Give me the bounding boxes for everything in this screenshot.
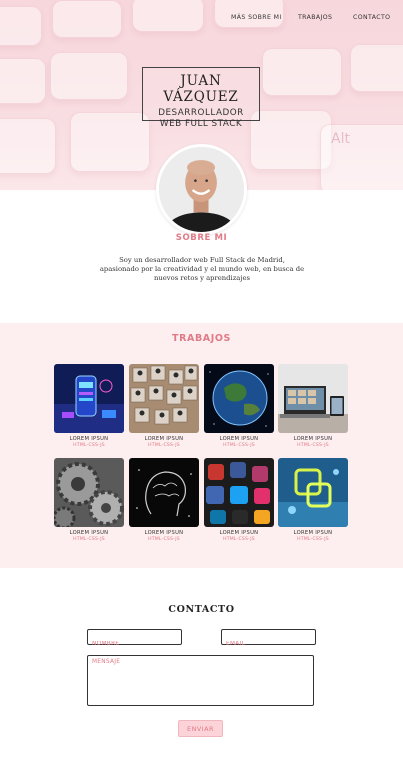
laptop-tablet-image: [278, 364, 348, 433]
work-title: LOREM IPSUN: [219, 436, 259, 442]
nav-link-contact[interactable]: CONTACTO: [353, 14, 390, 21]
about-line-2: apasionado por la creatividad y el mundo…: [99, 265, 305, 273]
phone-app-image: [54, 364, 124, 433]
profile-photo: [159, 147, 244, 232]
work-card[interactable]: LOREM IPSUN HTML-CSS-JS: [204, 458, 274, 542]
work-tags: HTML-CSS-JS: [223, 443, 255, 448]
about-line-3: nuevos retos y aprendizajes: [154, 274, 250, 282]
work-title: LOREM IPSUN: [69, 436, 109, 442]
work-title: LOREM IPSUN: [144, 436, 184, 442]
name-field: [87, 629, 182, 651]
work-card[interactable]: LOREM IPSUN HTML-CSS-JS: [54, 458, 124, 542]
work-card[interactable]: LOREM IPSUN HTML-CSS-JS: [129, 364, 199, 448]
work-tags: HTML-CSS-JS: [148, 537, 180, 542]
gears-image: [54, 458, 124, 527]
hero-title-box: JUAN VÁZQUEZ DESARROLLADOR WEB FULL STAC…: [142, 67, 260, 129]
send-button[interactable]: ENVIAR: [178, 720, 223, 737]
work-title: LOREM IPSUN: [69, 530, 109, 536]
people-network-image: [129, 364, 199, 433]
top-nav: MÁS SOBRE MI TRABAJOS CONTACTO: [0, 14, 403, 28]
social-apps-image: [204, 458, 274, 527]
hero-role-line2: WEB FULL STACK: [159, 119, 243, 129]
about-line-1: Soy un desarrollador web Full Stack de M…: [119, 256, 285, 264]
work-tags: HTML-CSS-JS: [148, 443, 180, 448]
message-textarea[interactable]: [88, 656, 313, 705]
about-title: SOBRE MI: [175, 233, 228, 243]
profile-avatar: [156, 144, 247, 235]
name-input[interactable]: [88, 637, 181, 651]
email-input[interactable]: [222, 637, 315, 651]
work-title: LOREM IPSUN: [293, 530, 333, 536]
work-card[interactable]: LOREM IPSUN HTML-CSS-JS: [278, 364, 348, 448]
work-card[interactable]: LOREM IPSUN HTML-CSS-JS: [204, 364, 274, 448]
hero-role-line1: DESARROLLADOR: [158, 108, 244, 118]
work-card[interactable]: LOREM IPSUN HTML-CSS-JS: [54, 364, 124, 448]
earth-image: [204, 364, 274, 433]
work-card[interactable]: LOREM IPSUN HTML-CSS-JS: [129, 458, 199, 542]
work-tags: HTML-CSS-JS: [297, 443, 329, 448]
work-tags: HTML-CSS-JS: [73, 443, 105, 448]
work-title: LOREM IPSUN: [293, 436, 333, 442]
nav-link-about[interactable]: MÁS SOBRE MI: [231, 14, 282, 21]
nav-link-works[interactable]: TRABAJOS: [298, 14, 332, 21]
work-card[interactable]: LOREM IPSUN HTML-CSS-JS: [278, 458, 348, 542]
about-text: Soy un desarrollador web Full Stack de M…: [78, 256, 326, 283]
works-title: TRABAJOS: [172, 333, 231, 344]
work-tags: HTML-CSS-JS: [297, 537, 329, 542]
work-title: LOREM IPSUN: [144, 530, 184, 536]
work-tags: HTML-CSS-JS: [223, 537, 255, 542]
hero-name: JUAN VÁZQUEZ: [163, 73, 239, 105]
brain-image: [129, 458, 199, 527]
message-field: [87, 655, 314, 706]
contact-title: CONTACTO: [168, 604, 235, 615]
work-title: LOREM IPSUN: [219, 530, 259, 536]
work-tags: HTML-CSS-JS: [73, 537, 105, 542]
email-field: [221, 629, 316, 651]
blockchain-image: [278, 458, 348, 527]
